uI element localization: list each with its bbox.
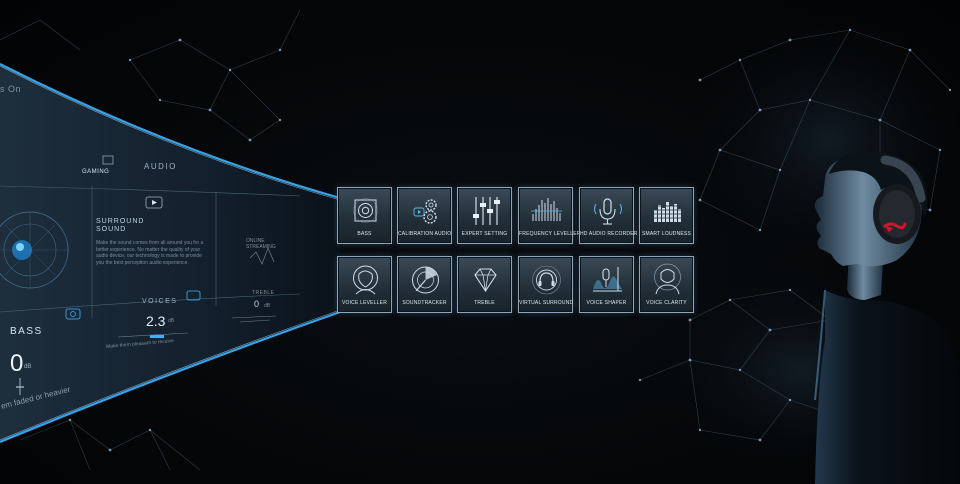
feature-label: FREQUENCY LEVELLER xyxy=(519,231,581,237)
feature-label: TREBLE xyxy=(474,300,495,306)
feature-grid: BASS CALIBRATION AUDIO EXPERT SETTING FR… xyxy=(337,187,694,315)
bass-label: BASS xyxy=(10,326,43,337)
tab-audio[interactable]: AUDIO xyxy=(144,162,177,171)
headphones-icon xyxy=(532,265,561,295)
feature-label: VIRTUAL SURROUND xyxy=(519,300,574,306)
bass-value: 0 xyxy=(10,350,24,377)
feature-tile-hd-audio-recorder[interactable]: HD AUDIO RECORDER xyxy=(579,187,638,244)
feature-label: BASS xyxy=(357,231,372,237)
treble-unit: dB xyxy=(264,303,271,309)
status-text: s On xyxy=(0,84,22,94)
feature-label: VOICE CLARITY xyxy=(646,300,687,306)
voices-unit: dB xyxy=(168,318,175,324)
face-icon xyxy=(353,265,378,295)
online-streaming-label: ONLINE STREAMING xyxy=(246,238,276,250)
feature-tile-soundtracker[interactable]: SOUNDTRACKER xyxy=(397,256,452,313)
person-icon xyxy=(654,263,681,295)
microphone-icon xyxy=(594,198,622,225)
feature-tile-smart-loudness[interactable]: SMART LOUDNESS xyxy=(639,187,694,244)
radar-icon xyxy=(412,266,439,294)
gears-icon xyxy=(413,199,437,224)
treble-label: TREBLE xyxy=(252,290,275,296)
feature-tile-treble[interactable]: TREBLE xyxy=(457,256,512,313)
feature-label: HD AUDIO RECORDER xyxy=(580,231,638,237)
mic-wave-icon xyxy=(593,267,622,292)
feature-label: VOICE SHAPER xyxy=(586,300,627,306)
feature-tile-frequency-leveller[interactable]: FREQUENCY LEVELLER xyxy=(518,187,581,244)
feature-label: EXPERT SETTING xyxy=(461,231,508,237)
frequency-bars-icon xyxy=(531,198,562,221)
bass-unit: dB xyxy=(24,364,32,370)
equalizer-icon xyxy=(653,202,682,222)
feature-tile-expert-setting[interactable]: EXPERT SETTING xyxy=(457,187,512,244)
hero-banner: s On GAMING AUDIO SURROUND SOUND Make th… xyxy=(0,0,960,484)
feature-tile-bass[interactable]: BASS xyxy=(337,187,392,244)
treble-value: 0 xyxy=(254,299,260,309)
person-with-headphones-image xyxy=(814,152,960,484)
feature-label: CALIBRATION AUDIO xyxy=(398,231,452,237)
sliders-icon xyxy=(473,197,500,225)
tab-gaming[interactable]: GAMING xyxy=(82,169,109,175)
feature-tile-voice-clarity[interactable]: VOICE CLARITY xyxy=(639,256,694,313)
feature-tile-calibration-audio[interactable]: CALIBRATION AUDIO xyxy=(397,187,452,244)
feature-tile-voice-shaper[interactable]: VOICE SHAPER xyxy=(579,256,634,313)
feature-tile-voice-leveller[interactable]: VOICE LEVELLER xyxy=(337,256,392,313)
diamond-icon xyxy=(474,268,497,293)
surround-title: SURROUND SOUND xyxy=(96,218,145,233)
feature-label: SOUNDTRACKER xyxy=(402,300,447,306)
feature-label: VOICE LEVELLER xyxy=(341,300,388,306)
speaker-icon xyxy=(353,198,378,223)
voices-label: VOICES xyxy=(142,298,178,305)
feature-tile-virtual-surround[interactable]: VIRTUAL SURROUND xyxy=(518,256,573,313)
feature-label: SMART LOUDNESS xyxy=(641,231,692,237)
voices-value: 2.3 xyxy=(146,313,166,329)
surround-description: Make the sound comes from all around you… xyxy=(96,240,204,266)
curved-audio-panel: s On GAMING AUDIO SURROUND SOUND Make th… xyxy=(0,0,360,484)
